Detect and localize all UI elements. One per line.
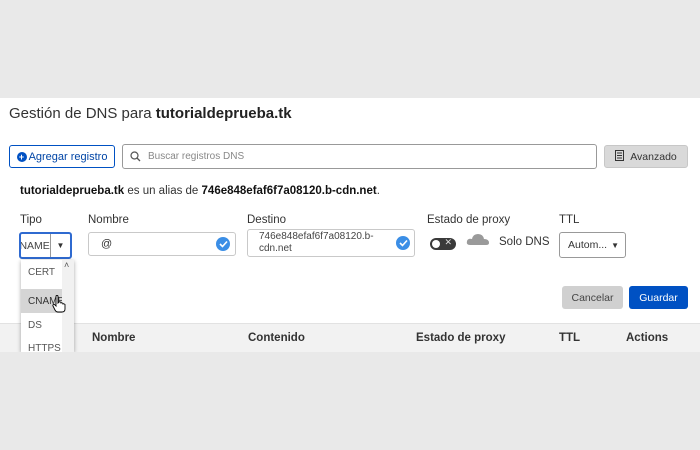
- add-record-label: Agregar registro: [28, 150, 108, 163]
- advanced-button[interactable]: Avanzado: [604, 145, 688, 168]
- destino-label: Destino: [247, 214, 286, 226]
- nombre-label: Nombre: [88, 214, 129, 226]
- hand-cursor-icon: [52, 295, 66, 318]
- dns-panel: Gestión de DNS para tutorialdeprueba.tk …: [0, 98, 700, 352]
- alias-text: es un alias de: [127, 185, 199, 197]
- page-title-domain: tutorialdeprueba.tk: [155, 105, 292, 122]
- destino-value-line2: cdn.net: [259, 243, 292, 254]
- search-icon: [130, 151, 142, 162]
- close-icon: ✕: [444, 237, 452, 247]
- alias-suffix: .: [376, 185, 380, 197]
- save-button[interactable]: Guardar: [629, 286, 688, 309]
- search-input[interactable]: Buscar registros DNS: [122, 144, 597, 169]
- ttl-select[interactable]: Autom... ▼: [559, 232, 626, 258]
- table-header: Nombre Contenido Estado de proxy TTL Act…: [0, 323, 700, 352]
- proxy-status: Solo DNS: [499, 236, 550, 248]
- check-icon: [216, 237, 230, 251]
- column-header[interactable]: Nombre: [92, 332, 135, 344]
- nombre-value: @: [101, 238, 113, 250]
- ttl-value: Autom...: [568, 239, 608, 251]
- document-icon: [615, 149, 625, 164]
- chevron-down-icon: ▼: [611, 240, 619, 250]
- destino-value-line1: 746e848efaf6f7a08120.b-: [259, 231, 374, 242]
- tipo-label: Tipo: [20, 214, 42, 226]
- column-header[interactable]: TTL: [559, 332, 580, 344]
- alias-info: tutorialdeprueba.tk es un alias de 746e8…: [20, 185, 380, 197]
- nombre-input[interactable]: @: [88, 232, 236, 256]
- plus-circle-icon: +: [16, 151, 27, 162]
- check-icon: [396, 236, 410, 250]
- page-title: Gestión de DNS para tutorialdeprueba.tk: [9, 105, 292, 122]
- chevron-up-icon[interactable]: ˄: [64, 260, 69, 270]
- toggle-knob: [432, 240, 440, 248]
- column-header: Actions: [626, 332, 669, 344]
- alias-domain: tutorialdeprueba.tk: [20, 185, 125, 197]
- destino-input[interactable]: 746e848efaf6f7a08120.b- cdn.net: [247, 229, 415, 257]
- dropdown-option[interactable]: CERT: [21, 260, 62, 284]
- column-header[interactable]: Contenido: [248, 332, 305, 344]
- proxy-toggle[interactable]: ✕: [430, 237, 456, 250]
- ttl-label: TTL: [559, 214, 580, 226]
- add-record-button[interactable]: + Agregar registro: [9, 145, 115, 168]
- search-placeholder: Buscar registros DNS: [148, 151, 245, 162]
- advanced-label: Avanzado: [630, 150, 677, 163]
- chevron-down-icon[interactable]: ▼: [49, 234, 70, 257]
- column-header[interactable]: Estado de proxy: [416, 332, 505, 344]
- dropdown-option[interactable]: HTTPS: [21, 336, 62, 353]
- alias-target: 746e848efaf6f7a08120.b-cdn.net: [201, 185, 377, 197]
- cloud-icon: [466, 231, 490, 252]
- page-title-prefix: Gestión de DNS para: [9, 105, 152, 122]
- tipo-value: CNAME: [21, 239, 50, 252]
- cancel-button[interactable]: Cancelar: [562, 286, 623, 309]
- tipo-select[interactable]: CNAME ▼: [19, 232, 72, 259]
- tipo-dropdown-list: CERT CNAME DS HTTPS ˄: [21, 260, 74, 352]
- proxy-label: Estado de proxy: [427, 214, 511, 226]
